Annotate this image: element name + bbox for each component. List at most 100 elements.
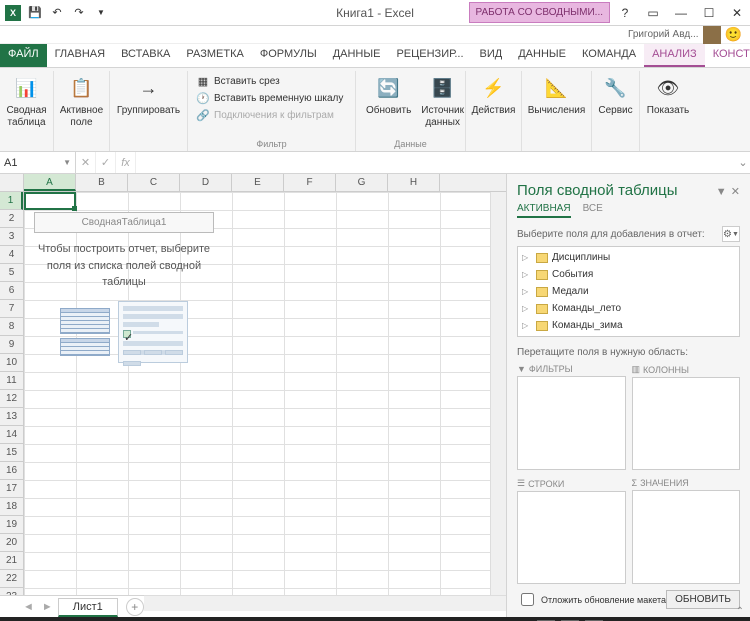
minimize-button[interactable]: — — [668, 2, 694, 24]
sheet-nav-next[interactable]: ► — [39, 601, 56, 613]
tab-data2[interactable]: ДАННЫЕ — [510, 44, 574, 67]
pivot-placeholder[interactable]: СводнаяТаблица1 Чтобы построить отчет, в… — [34, 212, 214, 363]
active-field-button[interactable]: 📋 Активное поле — [60, 73, 103, 131]
row-header[interactable]: 19 — [0, 516, 23, 534]
save-button[interactable]: 💾 — [26, 4, 44, 22]
field-item[interactable]: ▷События — [520, 266, 737, 283]
ribbon-display-button[interactable]: ▭ — [640, 2, 666, 24]
row-header[interactable]: 8 — [0, 318, 23, 336]
enter-formula-button[interactable]: ✓ — [96, 152, 116, 173]
horizontal-scrollbar[interactable] — [144, 595, 506, 611]
row-header[interactable]: 16 — [0, 462, 23, 480]
fields-list[interactable]: ▷Дисциплины ▷События ▷Медали ▷Команды_ле… — [517, 246, 740, 337]
insert-timeline-button[interactable]: 🕐Вставить временную шкалу — [194, 90, 349, 106]
insert-slicer-button[interactable]: ▦Вставить срез — [194, 73, 349, 89]
row-header[interactable]: 15 — [0, 444, 23, 462]
values-drop-area[interactable]: ΣЗНАЧЕНИЯ — [632, 476, 741, 584]
filters-drop-area[interactable]: ▼ФИЛЬТРЫ — [517, 362, 626, 470]
field-item[interactable]: ▷Медали — [520, 283, 737, 300]
row-header[interactable]: 9 — [0, 336, 23, 354]
close-button[interactable]: ✕ — [724, 2, 750, 24]
name-box[interactable]: A1▼ — [0, 152, 76, 173]
refresh-button[interactable]: 🔄Обновить — [362, 73, 415, 131]
row-header[interactable]: 21 — [0, 552, 23, 570]
vertical-scrollbar[interactable] — [490, 192, 506, 595]
field-item[interactable]: ▷Команды_лето — [520, 300, 737, 317]
calculations-button[interactable]: 📐Вычисления — [528, 73, 585, 119]
filter-connections-button[interactable]: 🔗Подключения к фильтрам — [194, 107, 349, 123]
tab-formulas[interactable]: ФОРМУЛЫ — [252, 44, 325, 67]
redo-button[interactable]: ↷ — [70, 4, 88, 22]
row-header[interactable]: 6 — [0, 282, 23, 300]
tab-insert[interactable]: ВСТАВКА — [113, 44, 178, 67]
group-button[interactable]: → Группировать — [116, 73, 181, 119]
show-button[interactable]: 👁Показать — [646, 73, 690, 119]
expand-icon[interactable]: ▷ — [522, 270, 532, 279]
collapse-ribbon-button[interactable]: ⌃ — [736, 606, 744, 617]
row-header[interactable]: 4 — [0, 246, 23, 264]
pivot-table-button[interactable]: 📊 Сводная таблица — [6, 73, 47, 131]
cancel-formula-button[interactable]: ✕ — [76, 152, 96, 173]
defer-layout-checkbox[interactable]: Отложить обновление макета — [517, 590, 666, 609]
rows-drop-area[interactable]: ☰СТРОКИ — [517, 476, 626, 584]
col-header-e[interactable]: E — [232, 174, 284, 191]
row-header[interactable]: 20 — [0, 534, 23, 552]
select-all-corner[interactable] — [0, 174, 24, 192]
expand-formula-bar[interactable]: ⌄ — [736, 156, 750, 169]
tab-home[interactable]: ГЛАВНАЯ — [47, 44, 113, 67]
tab-design[interactable]: КОНСТРУКТОР — [705, 44, 750, 67]
expand-icon[interactable]: ▷ — [522, 253, 532, 262]
row-header[interactable]: 11 — [0, 372, 23, 390]
sheet-nav-prev[interactable]: ◄ — [20, 601, 37, 613]
col-header-h[interactable]: H — [388, 174, 440, 191]
tab-analyze[interactable]: АНАЛИЗ — [644, 44, 705, 67]
row-header[interactable]: 12 — [0, 390, 23, 408]
fields-tab-active[interactable]: АКТИВНАЯ — [517, 203, 571, 218]
sheet-tab-1[interactable]: Лист1 — [58, 598, 118, 617]
row-header[interactable]: 5 — [0, 264, 23, 282]
row-header[interactable]: 17 — [0, 480, 23, 498]
col-header-d[interactable]: D — [180, 174, 232, 191]
field-item[interactable]: ▷Дисциплины — [520, 249, 737, 266]
user-account[interactable]: Григорий Авд... 🙂 — [624, 26, 746, 44]
undo-button[interactable]: ↶ — [48, 4, 66, 22]
tools-dropdown[interactable]: ⚙▼ — [722, 226, 740, 242]
row-header[interactable]: 13 — [0, 408, 23, 426]
col-header-b[interactable]: B — [76, 174, 128, 191]
expand-icon[interactable]: ▷ — [522, 321, 532, 330]
row-header[interactable]: 18 — [0, 498, 23, 516]
row-header[interactable]: 10 — [0, 354, 23, 372]
col-header-f[interactable]: F — [284, 174, 336, 191]
row-header[interactable]: 2 — [0, 210, 23, 228]
help-button[interactable]: ? — [612, 2, 638, 24]
field-item[interactable]: ▷Команды_зима — [520, 317, 737, 334]
row-header[interactable]: 7 — [0, 300, 23, 318]
add-sheet-button[interactable]: + — [126, 598, 144, 616]
fields-tab-all[interactable]: ВСЕ — [583, 203, 603, 218]
tools-button[interactable]: 🔧Сервис — [598, 73, 633, 119]
cells-grid[interactable]: СводнаяТаблица1 Чтобы построить отчет, в… — [24, 192, 490, 595]
update-button[interactable]: ОБНОВИТЬ — [666, 590, 740, 609]
tab-review[interactable]: РЕЦЕНЗИР... — [388, 44, 471, 67]
row-header[interactable]: 14 — [0, 426, 23, 444]
actions-button[interactable]: ⚡Действия — [472, 73, 515, 119]
row-header[interactable]: 22 — [0, 570, 23, 588]
fx-button[interactable]: fx — [116, 152, 136, 173]
col-header-a[interactable]: A — [24, 174, 76, 191]
col-header-g[interactable]: G — [336, 174, 388, 191]
tab-team[interactable]: Команда — [574, 44, 644, 67]
tab-view[interactable]: ВИД — [472, 44, 511, 67]
col-header-c[interactable]: C — [128, 174, 180, 191]
row-header-1[interactable]: 1 — [0, 192, 23, 210]
expand-icon[interactable]: ▷ — [522, 287, 532, 296]
qat-customize[interactable]: ▼ — [92, 4, 110, 22]
maximize-button[interactable]: ☐ — [696, 2, 722, 24]
task-pane-menu[interactable]: ▼ — [716, 186, 727, 198]
task-pane-close[interactable]: ✕ — [731, 186, 740, 198]
row-header[interactable]: 3 — [0, 228, 23, 246]
change-source-button[interactable]: 🗄️Источник данных — [417, 73, 468, 131]
expand-icon[interactable]: ▷ — [522, 304, 532, 313]
tab-file[interactable]: ФАЙЛ — [0, 44, 47, 67]
active-cell[interactable] — [24, 192, 76, 210]
row-header[interactable]: 23 — [0, 588, 23, 595]
